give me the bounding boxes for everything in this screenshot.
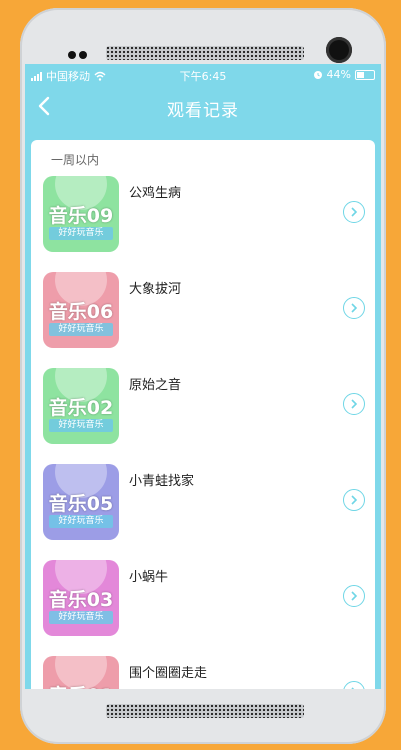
sensor-dot	[68, 51, 76, 59]
thumbnail-tag: 好好玩音乐	[49, 611, 113, 624]
item-thumbnail: 音乐06 好好玩音乐	[43, 272, 119, 348]
item-thumbnail: 音乐09 好好玩音乐	[43, 176, 119, 252]
app-screen: 中国移动 下午6:45 44% 观看记录 一周以内 音乐09 好好玩音乐 公鸡生…	[25, 64, 381, 689]
item-thumbnail: 音乐03 好好玩音乐	[43, 560, 119, 636]
chevron-right-circle-icon	[351, 495, 358, 505]
item-action-button[interactable]	[343, 681, 365, 689]
bottom-speaker-grill	[106, 704, 304, 718]
item-name: 小蜗牛	[129, 570, 169, 585]
item-action-button[interactable]	[343, 489, 365, 511]
item-action-button[interactable]	[343, 297, 365, 319]
list-item[interactable]: 音乐05 好好玩音乐 小青蛙找家	[43, 464, 373, 544]
alarm-icon	[313, 70, 322, 79]
nav-bar: 观看记录	[25, 86, 381, 126]
item-name: 大象拔河	[129, 282, 182, 297]
item-action-button[interactable]	[343, 201, 365, 223]
item-name: 原始之音	[129, 378, 182, 393]
battery-icon	[355, 69, 375, 80]
item-action-button[interactable]	[343, 393, 365, 415]
thumbnail-title: 音乐03	[48, 589, 114, 611]
list-item[interactable]: 音乐06 好好玩音乐 大象拔河	[43, 272, 373, 352]
item-thumbnail: 音乐05 好好玩音乐	[43, 464, 119, 540]
chevron-right-circle-icon	[351, 687, 355, 689]
section-label: 一周以内	[51, 153, 100, 167]
item-name: 围个圈圈走走	[129, 666, 208, 681]
list-item[interactable]: 音乐09 好好玩音乐 公鸡生病	[43, 176, 373, 256]
item-name: 小青蛙找家	[129, 474, 195, 489]
chevron-right-circle-icon	[351, 207, 358, 217]
thumbnail-title: 音乐09	[48, 205, 114, 227]
chevron-right-circle-icon	[351, 399, 358, 409]
thumbnail-tag: 好好玩音乐	[49, 515, 113, 528]
top-speaker-grill	[106, 46, 304, 60]
thumbnail-tag: 好好玩音乐	[49, 419, 113, 432]
list-item[interactable]: 音乐03 好好玩音乐 小蜗牛	[43, 560, 373, 640]
thumbnail-tag: 好好玩音乐	[49, 227, 113, 240]
thumbnail-title: 音乐01	[43, 681, 119, 689]
item-thumbnail: 音乐02 好好玩音乐	[43, 368, 119, 444]
item-thumbnail: 音乐01	[43, 656, 119, 689]
item-action-button[interactable]	[343, 585, 365, 607]
list-item[interactable]: 音乐02 好好玩音乐 原始之音	[43, 368, 373, 448]
list-item[interactable]: 音乐01 围个圈圈走走	[43, 656, 373, 689]
battery-percent: 44%	[326, 68, 351, 81]
chevron-right-circle-icon	[351, 591, 358, 601]
chevron-right-circle-icon	[351, 303, 358, 313]
thumbnail-title: 音乐05	[48, 493, 114, 515]
front-camera	[326, 37, 352, 63]
sensor-dot	[79, 51, 87, 59]
thumbnail-title: 音乐06	[48, 301, 114, 323]
status-bar: 中国移动 下午6:45 44%	[25, 64, 381, 86]
history-list-card: 一周以内 音乐09 好好玩音乐 公鸡生病 音乐06 好好玩音乐 大象拔河 音乐0…	[31, 140, 375, 689]
page-title: 观看记录	[167, 101, 239, 121]
thumbnail-tag: 好好玩音乐	[49, 323, 113, 336]
thumbnail-title: 音乐02	[48, 397, 114, 419]
item-name: 公鸡生病	[129, 186, 182, 201]
phone-frame: 中国移动 下午6:45 44% 观看记录 一周以内 音乐09 好好玩音乐 公鸡生…	[20, 8, 386, 744]
